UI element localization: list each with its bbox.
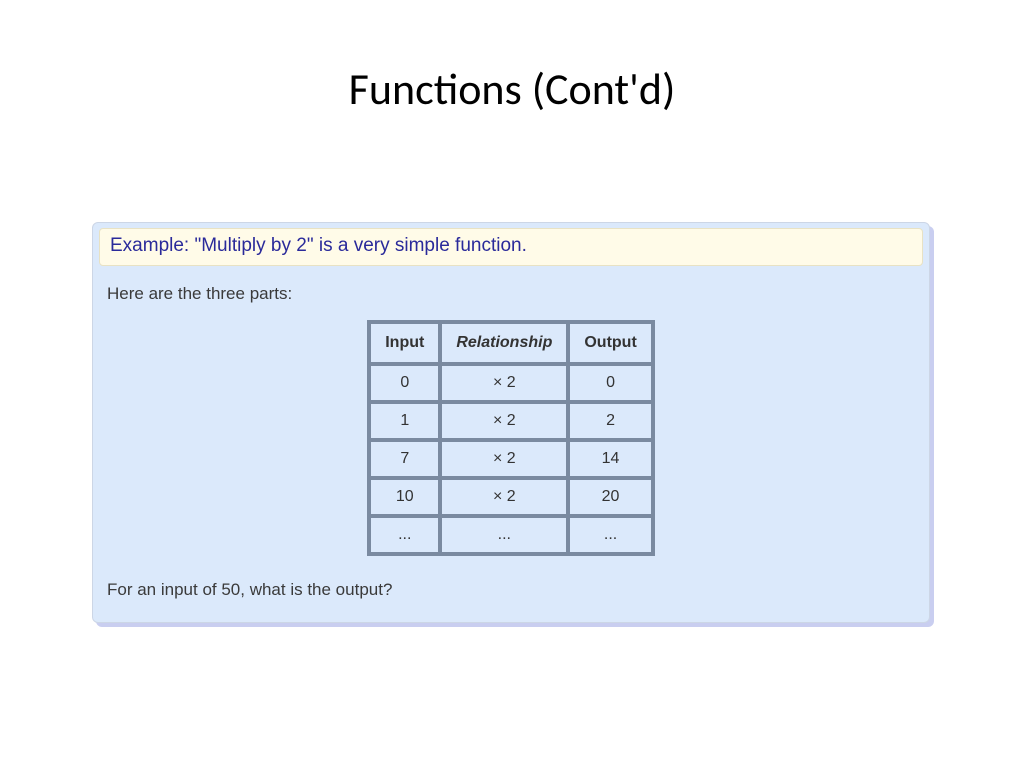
table-row: 7 × 2 14 — [370, 441, 652, 477]
cell-output: 2 — [569, 403, 651, 439]
cell-input: 7 — [370, 441, 439, 477]
example-panel: Example: "Multiply by 2" is a very simpl… — [92, 222, 930, 623]
cell-input: 1 — [370, 403, 439, 439]
slide: Functions (Cont'd) Example: "Multiply by… — [0, 0, 1024, 768]
cell-rel: × 2 — [441, 441, 567, 477]
table-row: ... ... ... — [370, 517, 652, 553]
header-relationship: Relationship — [441, 323, 567, 363]
header-output: Output — [569, 323, 651, 363]
function-table: Input Relationship Output 0 × 2 0 1 — [367, 320, 655, 556]
cell-rel: × 2 — [441, 403, 567, 439]
cell-output: 20 — [569, 479, 651, 515]
header-input: Input — [370, 323, 439, 363]
cell-output: ... — [569, 517, 651, 553]
table-row: 10 × 2 20 — [370, 479, 652, 515]
example-heading: Example: "Multiply by 2" is a very simpl… — [99, 228, 923, 266]
cell-rel: ... — [441, 517, 567, 553]
cell-input: 0 — [370, 365, 439, 401]
cell-input: ... — [370, 517, 439, 553]
cell-input: 10 — [370, 479, 439, 515]
cell-output: 0 — [569, 365, 651, 401]
table-wrap: Input Relationship Output 0 × 2 0 1 — [93, 314, 929, 566]
cell-output: 14 — [569, 441, 651, 477]
question-text: For an input of 50, what is the output? — [93, 566, 929, 600]
table-row: 1 × 2 2 — [370, 403, 652, 439]
example-panel-outer: Example: "Multiply by 2" is a very simpl… — [92, 222, 930, 623]
cell-rel: × 2 — [441, 365, 567, 401]
cell-rel: × 2 — [441, 479, 567, 515]
table-header-row: Input Relationship Output — [370, 323, 652, 363]
page-title: Functions (Cont'd) — [0, 0, 1024, 116]
intro-text: Here are the three parts: — [93, 266, 929, 314]
table-row: 0 × 2 0 — [370, 365, 652, 401]
